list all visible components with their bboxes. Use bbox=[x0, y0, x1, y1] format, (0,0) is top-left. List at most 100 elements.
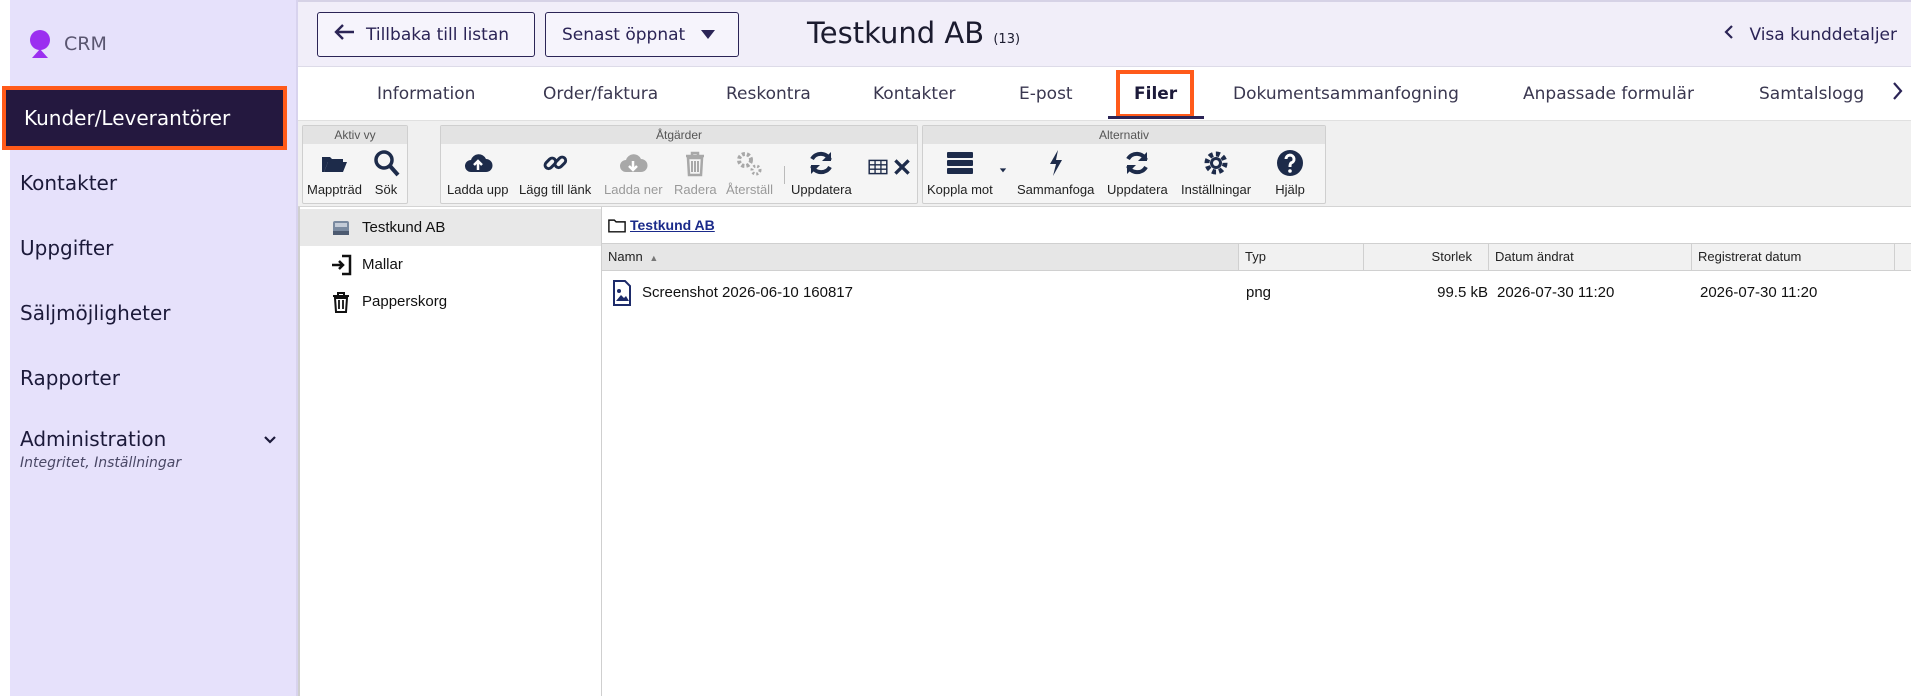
sidebar-item-customers-suppliers[interactable]: Kunder/Leverantörer bbox=[2, 86, 287, 150]
tab-contacts[interactable]: Kontakter bbox=[873, 67, 956, 121]
tree-item-customer[interactable]: Testkund AB bbox=[300, 209, 601, 246]
refresh-options-button[interactable]: Uppdatera bbox=[1107, 148, 1168, 197]
caret-down-icon bbox=[701, 30, 716, 39]
refresh-label: Uppdatera bbox=[791, 182, 852, 197]
folder-tree-label: Mappträd bbox=[307, 182, 362, 197]
help-icon bbox=[1277, 150, 1303, 176]
chevron-down-icon[interactable] bbox=[262, 432, 278, 453]
column-header-size[interactable]: Storlek bbox=[1364, 244, 1489, 270]
clear-button[interactable] bbox=[891, 156, 913, 182]
sidebar-item-label: Administration bbox=[20, 427, 167, 451]
drive-icon bbox=[333, 220, 349, 235]
refresh-icon bbox=[810, 151, 833, 175]
trash-icon bbox=[333, 291, 349, 313]
connect-to-label: Koppla mot bbox=[927, 182, 993, 197]
tab-information[interactable]: Information bbox=[377, 67, 475, 121]
delete-button[interactable]: Radera bbox=[674, 148, 717, 197]
brand[interactable]: CRM bbox=[28, 30, 107, 58]
settings-label: Inställningar bbox=[1181, 182, 1252, 197]
recently-opened-label: Senast öppnat bbox=[562, 24, 686, 45]
sidebar-item-label: Säljmöjligheter bbox=[20, 300, 171, 325]
file-modified: 2026-07-30 11:20 bbox=[1497, 284, 1615, 301]
help-button[interactable]: Hjälp bbox=[1275, 148, 1305, 197]
sidebar-nav: Kunder/Leverantörer Kontakter Uppgifter … bbox=[2, 86, 296, 488]
connect-to-dropdown[interactable]: Koppla mot bbox=[927, 148, 993, 197]
tab-call-log[interactable]: Samtalslogg bbox=[1759, 67, 1864, 121]
tree-item-label: Testkund AB bbox=[362, 219, 446, 236]
toolbar-group-active-view: Aktiv vy Mappträd Sök bbox=[302, 125, 408, 204]
tree-item-templates[interactable]: Mallar bbox=[300, 246, 601, 283]
sidebar-item-tasks[interactable]: Uppgifter bbox=[10, 215, 296, 280]
sign-in-icon bbox=[332, 254, 352, 275]
cogs-icon bbox=[737, 152, 762, 176]
tab-files-highlight bbox=[1116, 70, 1194, 118]
restore-label: Återställ bbox=[726, 182, 773, 197]
refresh-button[interactable]: Uppdatera bbox=[791, 148, 852, 197]
sidebar-item-opportunities[interactable]: Säljmöjligheter bbox=[10, 280, 296, 345]
refresh-options-label: Uppdatera bbox=[1107, 182, 1168, 197]
upload-label: Ladda upp bbox=[447, 182, 509, 197]
active-tab-indicator bbox=[1108, 116, 1204, 119]
tab-document-merge[interactable]: Dokumentsammanfogning bbox=[1233, 67, 1459, 121]
toolbar-group-title: Alternativ bbox=[923, 126, 1325, 144]
link-icon bbox=[543, 155, 568, 171]
sidebar-item-contacts[interactable]: Kontakter bbox=[10, 150, 296, 215]
back-to-list-button[interactable]: Tillbaka till listan bbox=[317, 12, 535, 57]
delete-label: Radera bbox=[674, 182, 717, 197]
restore-button[interactable]: Återställ bbox=[726, 148, 773, 197]
table-row[interactable]: Screenshot 2026-06-10 160817 png 99.5 kB… bbox=[602, 273, 1911, 313]
toolbar-group-title: Aktiv vy bbox=[303, 126, 407, 144]
image-file-icon bbox=[612, 280, 632, 306]
sidebar-item-reports[interactable]: Rapporter bbox=[10, 345, 296, 410]
app: CRM Kunder/Leverantörer Kontakter Uppgif… bbox=[0, 0, 1911, 696]
tab-custom-forms[interactable]: Anpassade formulär bbox=[1523, 67, 1694, 121]
files-content: Testkund AB Mallar Papperskorg Testkund … bbox=[298, 207, 1911, 696]
tab-ledger[interactable]: Reskontra bbox=[726, 67, 811, 121]
toolbar-separator bbox=[784, 166, 785, 184]
back-to-list-label: Tillbaka till listan bbox=[366, 24, 510, 45]
gear-icon bbox=[1204, 151, 1228, 175]
breadcrumb-link[interactable]: Testkund AB bbox=[630, 217, 715, 233]
column-header-type[interactable]: Typ bbox=[1239, 244, 1364, 270]
table-view-button[interactable] bbox=[867, 156, 889, 182]
file-type: png bbox=[1246, 284, 1272, 301]
settings-button[interactable]: Inställningar bbox=[1181, 148, 1251, 197]
sidebar-item-administration[interactable]: Administration Integritet, Inställningar bbox=[10, 410, 296, 488]
sidebar-item-label: Kunder/Leverantörer bbox=[24, 106, 231, 130]
sidebar-item-label: Kontakter bbox=[20, 170, 118, 195]
header: Tillbaka till listan Senast öppnat Testk… bbox=[298, 0, 1911, 67]
page-title: Testkund AB (13) bbox=[807, 16, 1020, 50]
toolbar-group-options: Alternativ Koppla mot Sammanfoga Uppdate… bbox=[922, 125, 1326, 204]
file-list: Testkund AB Namn ▲ Typ Storlek Datum änd… bbox=[602, 207, 1911, 696]
folder-icon bbox=[608, 218, 626, 233]
download-button[interactable]: Ladda ner bbox=[604, 148, 663, 197]
search-button[interactable]: Sök bbox=[371, 148, 401, 197]
upload-button[interactable]: Ladda upp bbox=[447, 148, 508, 197]
refresh-icon bbox=[1126, 151, 1149, 175]
add-link-button[interactable]: Lägg till länk bbox=[519, 148, 591, 197]
tab-email[interactable]: E-post bbox=[1019, 67, 1073, 121]
close-icon bbox=[894, 159, 910, 175]
breadcrumb: Testkund AB bbox=[602, 207, 1911, 243]
file-toolbar: Aktiv vy Mappträd Sök Åtgärder Ladda upp… bbox=[298, 121, 1911, 207]
column-header-modified[interactable]: Datum ändrat bbox=[1489, 244, 1692, 270]
column-header-name[interactable]: Namn ▲ bbox=[602, 244, 1239, 270]
column-header-registered[interactable]: Registrerat datum bbox=[1692, 244, 1895, 270]
recently-opened-dropdown[interactable]: Senast öppnat bbox=[545, 12, 739, 57]
folder-tree-button[interactable]: Mappträd bbox=[307, 148, 362, 197]
chevron-right-icon[interactable] bbox=[1891, 81, 1903, 107]
cloud-download-icon bbox=[620, 154, 648, 172]
trash-icon bbox=[686, 151, 705, 177]
tree-item-trash[interactable]: Papperskorg bbox=[300, 283, 601, 320]
show-customer-details-link[interactable]: Visa kunddetaljer bbox=[1723, 24, 1897, 45]
crm-logo-icon bbox=[28, 30, 52, 58]
add-link-label: Lägg till länk bbox=[519, 182, 592, 197]
sidebar-item-label: Rapporter bbox=[20, 365, 120, 390]
file-name[interactable]: Screenshot 2026-06-10 160817 bbox=[642, 273, 853, 313]
caret-down-icon[interactable] bbox=[999, 166, 1007, 178]
tab-orders-invoices[interactable]: Order/faktura bbox=[543, 67, 658, 121]
chevron-left-icon bbox=[1723, 24, 1735, 45]
merge-button[interactable]: Sammanfoga bbox=[1017, 148, 1094, 197]
table-header: Namn ▲ Typ Storlek Datum ändrat Registre… bbox=[602, 243, 1911, 271]
sort-ascending-icon: ▲ bbox=[649, 253, 659, 263]
